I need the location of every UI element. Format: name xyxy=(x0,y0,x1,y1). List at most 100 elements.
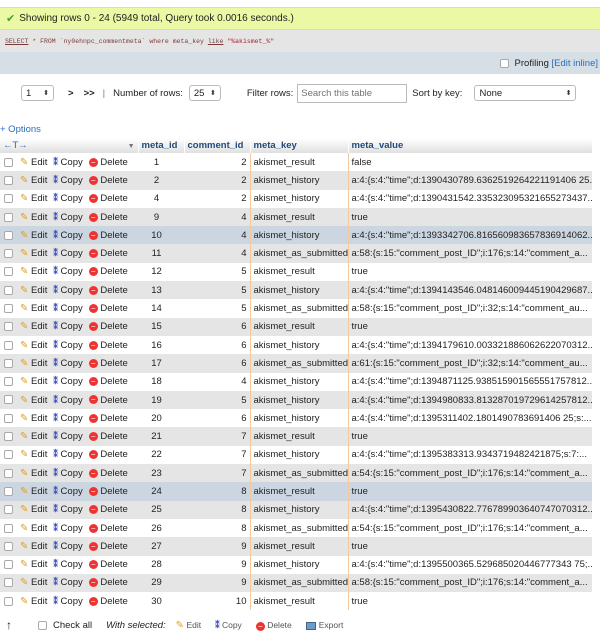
meta-key-cell[interactable]: akismet_history xyxy=(249,335,349,355)
meta-value-cell[interactable]: a:4:{s:4:"time";d:1390431542.33532309532… xyxy=(348,189,592,208)
edit-button[interactable]: ✎ Edit xyxy=(20,157,47,168)
row-checkbox[interactable] xyxy=(4,596,13,606)
edit-button[interactable]: ✎ Edit xyxy=(20,523,47,534)
meta-id-cell[interactable]: 12 xyxy=(138,262,184,282)
delete-button[interactable]: − Delete xyxy=(88,157,128,168)
edit-button[interactable]: ✎ Edit xyxy=(20,321,47,332)
comment-id-cell[interactable]: 7 xyxy=(184,427,250,446)
meta-id-cell[interactable]: 14 xyxy=(138,299,184,318)
table-row[interactable]: ✎ Edit ⁑ Copy − Delete 4 2 akismet_history a:4… xyxy=(0,189,592,208)
row-checkbox[interactable] xyxy=(4,395,13,405)
comment-id-cell[interactable]: 8 xyxy=(184,500,250,519)
row-checkbox[interactable] xyxy=(4,249,13,259)
row-checkbox[interactable] xyxy=(4,212,13,222)
meta-key-cell[interactable]: akismet_history xyxy=(249,390,349,410)
meta-key-cell[interactable]: akismet_result xyxy=(249,207,349,227)
copy-button[interactable]: ⁑ Copy xyxy=(53,212,82,223)
edit-button[interactable]: ✎ Edit xyxy=(20,541,47,552)
comment-id-cell[interactable]: 5 xyxy=(184,281,250,300)
comment-id-cell[interactable]: 7 xyxy=(184,464,250,483)
meta-id-cell[interactable]: 1 xyxy=(138,153,184,172)
table-row[interactable]: ✎ Edit ⁑ Copy − Delete 2 2 akismet_history a:4… xyxy=(0,171,592,190)
copy-button[interactable]: ⁑ Copy xyxy=(53,266,82,277)
meta-key-cell[interactable]: akismet_result xyxy=(249,427,349,446)
meta-key-cell[interactable]: akismet_history xyxy=(249,409,349,428)
comment-id-cell[interactable]: 9 xyxy=(184,573,250,593)
table-row[interactable]: ✎ Edit ⁑ Copy − Delete 30 10 akismet_result tr… xyxy=(0,592,592,611)
check-all-checkbox[interactable] xyxy=(38,620,47,630)
meta-id-cell[interactable]: 16 xyxy=(138,335,184,355)
row-checkbox[interactable] xyxy=(4,267,13,277)
meta-value-cell[interactable]: a:4:{s:4:"time";d:1394980833.81328701972… xyxy=(348,390,592,410)
delete-button[interactable]: − Delete xyxy=(88,577,128,588)
copy-button[interactable]: ⁑ Copy xyxy=(53,431,82,442)
row-checkbox[interactable] xyxy=(4,450,13,460)
meta-id-cell[interactable]: 15 xyxy=(138,317,184,336)
row-checkbox[interactable] xyxy=(4,541,13,551)
meta-key-cell[interactable]: akismet_as_submitted xyxy=(249,244,349,263)
profiling-checkbox[interactable] xyxy=(499,58,509,68)
delete-button[interactable]: − Delete xyxy=(88,431,128,442)
comment-id-cell[interactable]: 7 xyxy=(184,445,250,465)
edit-button[interactable]: ✎ Edit xyxy=(20,431,47,442)
resize-columns-icon[interactable]: ←T→ xyxy=(3,140,28,151)
meta-id-cell[interactable]: 17 xyxy=(138,354,184,373)
meta-key-cell[interactable]: akismet_as_submitted xyxy=(249,354,349,373)
bulk-copy-button[interactable]: ⁑ Copy xyxy=(215,620,242,631)
meta-key-cell[interactable]: akismet_as_submitted xyxy=(249,518,349,538)
meta-value-cell[interactable]: a:4:{s:4:"time";d:1393342706.81656098365… xyxy=(348,226,592,245)
meta-key-cell[interactable]: akismet_history xyxy=(249,189,349,208)
copy-button[interactable]: ⁑ Copy xyxy=(53,248,82,259)
row-checkbox[interactable] xyxy=(4,578,13,588)
meta-value-cell[interactable]: true xyxy=(348,427,592,446)
copy-button[interactable]: ⁑ Copy xyxy=(53,376,82,387)
meta-value-cell[interactable]: a:54:{s:15:"comment_post_ID";i:176;s:14:… xyxy=(348,464,592,483)
meta-value-cell[interactable]: a:54:{s:15:"comment_post_ID";i:176;s:14:… xyxy=(348,518,592,538)
meta-key-cell[interactable]: akismet_history xyxy=(249,226,349,245)
edit-button[interactable]: ✎ Edit xyxy=(20,230,47,241)
row-checkbox[interactable] xyxy=(4,523,13,533)
meta-value-cell[interactable]: true xyxy=(348,317,592,336)
meta-value-cell[interactable]: true xyxy=(348,262,592,282)
bulk-edit-button[interactable]: ✎ Edit xyxy=(176,620,201,631)
sort-select[interactable]: None ⬍ xyxy=(474,85,577,101)
table-row[interactable]: ✎ Edit ⁑ Copy − Delete 11 4 akismet_as_submit… xyxy=(0,244,592,263)
meta-key-cell[interactable]: akismet_history xyxy=(249,281,349,300)
meta-key-cell[interactable]: akismet_history xyxy=(249,171,349,190)
copy-button[interactable]: ⁑ Copy xyxy=(53,230,82,241)
meta-id-cell[interactable]: 4 xyxy=(138,189,184,208)
meta-value-cell[interactable]: a:4:{s:4:"time";d:1395430822.77678990364… xyxy=(348,500,592,519)
delete-button[interactable]: − Delete xyxy=(88,596,128,607)
meta-value-cell[interactable]: a:4:{s:4:"time";d:1394871125.93851590156… xyxy=(348,372,592,391)
meta-value-cell[interactable]: a:58:{s:15:"comment_post_ID";i:176;s:14:… xyxy=(348,573,592,593)
copy-button[interactable]: ⁑ Copy xyxy=(53,157,82,168)
bulk-export-button[interactable]: Export xyxy=(305,620,343,630)
meta-id-cell[interactable]: 22 xyxy=(138,445,184,465)
delete-button[interactable]: − Delete xyxy=(88,212,128,223)
column-header-meta-id[interactable]: meta_id xyxy=(138,138,185,153)
copy-button[interactable]: ⁑ Copy xyxy=(53,486,82,497)
delete-button[interactable]: − Delete xyxy=(88,193,128,204)
row-checkbox[interactable] xyxy=(4,175,13,185)
delete-button[interactable]: − Delete xyxy=(88,504,128,515)
copy-button[interactable]: ⁑ Copy xyxy=(53,358,82,369)
delete-button[interactable]: − Delete xyxy=(88,449,128,460)
meta-id-cell[interactable]: 2 xyxy=(138,171,184,190)
row-checkbox[interactable] xyxy=(4,194,13,204)
row-checkbox[interactable] xyxy=(4,413,13,423)
delete-button[interactable]: − Delete xyxy=(88,358,128,369)
meta-key-cell[interactable]: akismet_result xyxy=(249,262,349,282)
comment-id-cell[interactable]: 8 xyxy=(184,518,250,538)
last-page-button[interactable]: >> xyxy=(84,88,95,99)
page-select[interactable]: 1 ⬍ xyxy=(21,85,54,101)
row-checkbox[interactable] xyxy=(4,560,13,570)
copy-button[interactable]: ⁑ Copy xyxy=(53,193,82,204)
meta-id-cell[interactable]: 21 xyxy=(138,427,184,446)
comment-id-cell[interactable]: 6 xyxy=(184,317,250,336)
delete-button[interactable]: − Delete xyxy=(88,175,128,186)
table-row[interactable]: ✎ Edit ⁑ Copy − Delete 29 9 akismet_as_submit… xyxy=(0,573,592,593)
edit-button[interactable]: ✎ Edit xyxy=(20,340,47,351)
copy-button[interactable]: ⁑ Copy xyxy=(53,321,82,332)
delete-button[interactable]: − Delete xyxy=(88,376,128,387)
next-page-button[interactable]: > xyxy=(68,88,74,99)
